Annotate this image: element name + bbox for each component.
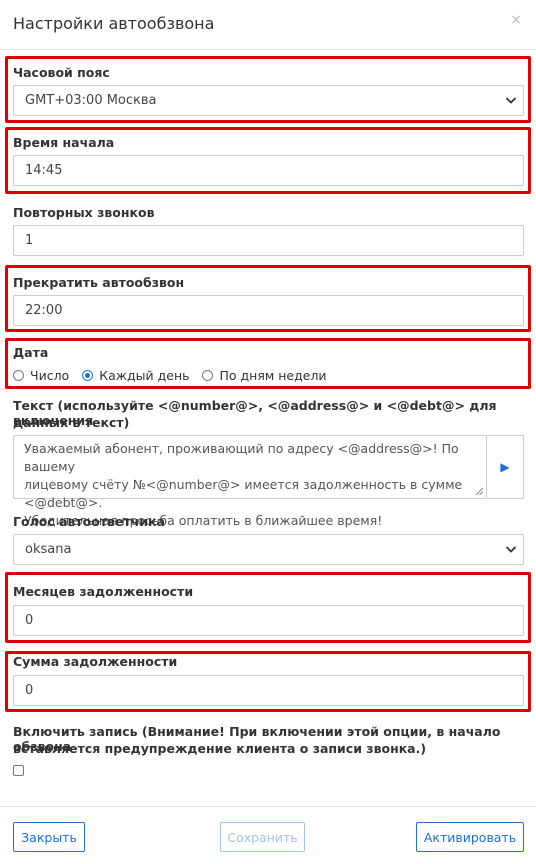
resize-handle-icon[interactable]	[475, 487, 484, 496]
chevron-down-icon	[505, 546, 517, 553]
stop-time-input[interactable]: 22:00	[13, 295, 524, 326]
chevron-down-icon	[505, 97, 517, 104]
message-line: Уважаемый абонент, проживающий по адресу…	[24, 441, 459, 474]
debt-amount-input[interactable]: 0	[13, 675, 524, 706]
recording-label-cont: вставляется предупреждение клиента о зап…	[13, 741, 427, 756]
start-time-label: Время начала	[13, 135, 115, 150]
repeat-calls-input[interactable]: 1	[13, 225, 524, 256]
close-icon[interactable]: ×	[510, 12, 522, 28]
voice-select[interactable]: oksana	[13, 534, 524, 565]
months-debt-input[interactable]: 0	[13, 605, 524, 636]
repeat-calls-label: Повторных звонков	[13, 205, 155, 220]
timezone-label: Часовой пояс	[13, 65, 110, 80]
activate-button[interactable]: Активировать	[416, 822, 524, 852]
radio-every-day-label[interactable]: Каждый день	[99, 368, 189, 383]
dialog-title: Настройки автообзвона	[13, 14, 215, 33]
save-button[interactable]: Сохранить	[220, 822, 305, 852]
voice-value: oksana	[25, 542, 72, 557]
months-debt-label: Месяцев задолженности	[13, 584, 194, 599]
start-time-input[interactable]: 14:45	[13, 155, 524, 186]
close-button[interactable]: Закрыть	[13, 822, 85, 852]
radio-number-label[interactable]: Число	[30, 368, 69, 383]
play-button[interactable]: ▶	[487, 435, 524, 499]
message-line: лицевому счёту №<@number@> имеется задол…	[24, 477, 463, 510]
radio-weekdays[interactable]	[202, 370, 214, 381]
dialog-header: Настройки автообзвона ×	[0, 0, 536, 50]
radio-number[interactable]	[13, 370, 24, 381]
text-label-cont: данных в текст)	[13, 415, 130, 430]
stop-time-label: Прекратить автообзвон	[13, 275, 185, 290]
message-textarea[interactable]: Уважаемый абонент, проживающий по адресу…	[13, 435, 487, 528]
timezone-select[interactable]: GMT+03:00 Москва	[13, 85, 524, 116]
play-icon: ▶	[500, 460, 510, 474]
date-radio-group: Число Каждый день По дням недели	[13, 368, 340, 383]
timezone-value: GMT+03:00 Москва	[25, 93, 157, 108]
date-label: Дата	[13, 345, 49, 360]
debt-amount-label: Сумма задолженности	[13, 654, 178, 669]
voice-label: Голос автоответчика	[13, 514, 165, 529]
recording-checkbox[interactable]	[13, 765, 24, 776]
radio-every-day[interactable]	[82, 370, 94, 381]
radio-weekdays-label[interactable]: По дням недели	[219, 368, 326, 383]
